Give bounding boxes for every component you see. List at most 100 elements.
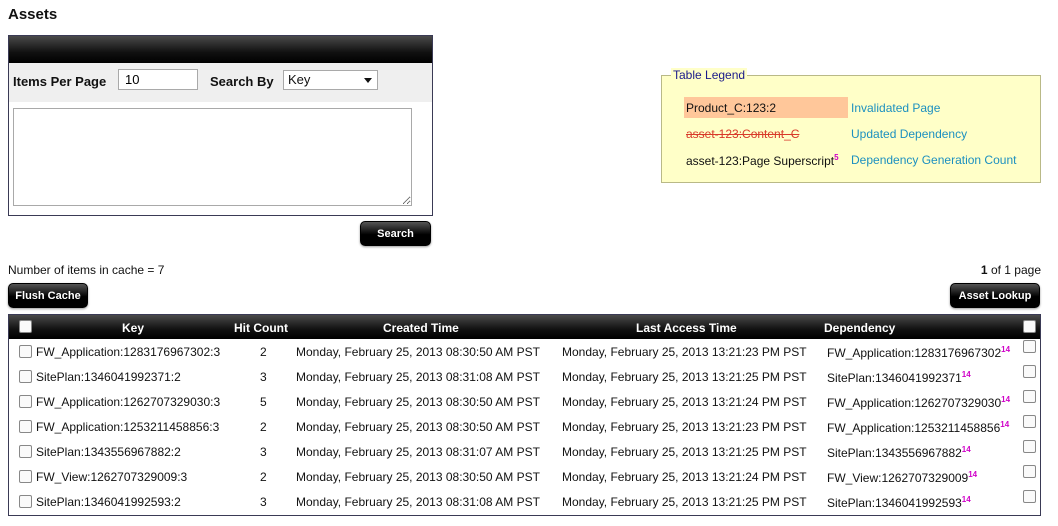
dependency-key: FW_Application:1253211458856 [827,421,1001,435]
header-hit-count: Hit Count [234,321,288,335]
row-select-checkbox[interactable] [19,345,32,358]
legend-title: Table Legend [671,68,748,82]
table-row: SitePlan:1346041992371:2 3 Monday, Februar… [9,364,1040,389]
dependency-checkbox[interactable] [1023,365,1036,378]
cell-last-access-time: Monday, February 25, 2013 13:21:25 PM PS… [562,495,807,509]
cell-hit-count: 3 [260,445,267,459]
cell-created-time: Monday, February 25, 2013 08:31:07 AM PS… [296,445,540,459]
cell-created-time: Monday, February 25, 2013 08:31:08 AM PS… [296,370,540,384]
legend-sample-invalidated: Product_C:123:2 [684,97,848,118]
cell-key: FW_View:1262707329009:3 [36,470,188,484]
dependency-checkbox[interactable] [1023,390,1036,403]
legend-superscript-count: 5 [834,153,839,162]
page-total-text: of 1 page [990,263,1041,277]
cell-key: SitePlan:1346041992593:2 [36,495,181,509]
dependency-key: SitePlan:1346041992593 [827,496,962,510]
cell-created-time: Monday, February 25, 2013 08:30:50 AM PS… [296,470,540,484]
search-by-label: Search By [210,74,274,89]
header-created-time: Created Time [383,321,459,335]
dependency-key: FW_Application:1262707329030 [827,396,1002,410]
dependency-checkbox[interactable] [1023,490,1036,503]
page-title: Assets [8,6,58,23]
select-all-dependency-checkbox[interactable] [1023,320,1036,333]
table-row: FW_Application:1262707329030:3 5 Monday, F… [9,389,1040,414]
cache-count-text: Number of items in cache = 7 [8,263,165,277]
table-row: FW_Application:1283176967302:3 2 Monday, F… [9,339,1040,364]
row-select-checkbox[interactable] [19,445,32,458]
dependency-generation-count: 14 [961,445,971,454]
search-form-row: Items Per Page Search By Key [9,63,432,102]
search-button[interactable]: Search [360,221,431,246]
dependency-checkbox[interactable] [1023,415,1036,428]
dependency-key: SitePlan:1343556967882 [827,446,962,460]
cell-dependency: FW_Application:125321145885614 [827,420,1009,435]
row-select-checkbox[interactable] [19,495,32,508]
cell-last-access-time: Monday, February 25, 2013 13:21:25 PM PS… [562,370,807,384]
legend-sample-superscript: asset-123:Page Superscript5 [684,153,839,168]
header-last-access-time: Last Access Time [636,321,737,335]
table-row: SitePlan:1343556967882:2 3 Monday, Februar… [9,439,1040,464]
table-row: FW_Application:1253211458856:3 2 Monday, F… [9,414,1040,439]
flush-cache-button[interactable]: Flush Cache [8,283,88,308]
cell-last-access-time: Monday, February 25, 2013 13:21:24 PM PS… [562,470,807,484]
dependency-generation-count: 14 [1001,345,1011,354]
page-current: 1 [980,263,988,277]
table-legend: Table Legend Product_C:123:2 Invalidated… [661,68,1041,183]
row-select-checkbox[interactable] [19,370,32,383]
cell-hit-count: 3 [260,370,267,384]
cell-key: FW_Application:1283176967302:3 [36,345,221,359]
search-panel-header [9,36,432,63]
cell-key: SitePlan:1343556967882:2 [36,445,181,459]
cell-dependency: FW_View:126270732900914 [827,470,977,485]
cell-last-access-time: Monday, February 25, 2013 13:21:23 PM PS… [562,345,807,359]
table-body: FW_Application:1283176967302:3 2 Monday, F… [9,339,1040,514]
legend-desc-updated: Updated Dependency [851,127,968,141]
row-select-checkbox[interactable] [19,395,32,408]
cell-dependency: SitePlan:134604199237114 [827,370,971,385]
select-all-checkbox[interactable] [19,320,32,333]
dependency-generation-count: 14 [961,495,971,504]
cell-created-time: Monday, February 25, 2013 08:30:50 AM PS… [296,395,540,409]
cell-dependency: SitePlan:134604199259314 [827,495,971,510]
header-key: Key [122,321,145,335]
cell-key: FW_Application:1262707329030:3 [36,395,221,409]
dependency-checkbox[interactable] [1023,340,1036,353]
dependency-key: FW_Application:1283176967302 [827,346,1002,360]
header-dependency: Dependency [824,321,896,335]
dependency-checkbox[interactable] [1023,440,1036,453]
search-by-value: Key [288,72,311,87]
legend-desc-generation: Dependency Generation Count [851,153,1017,167]
cell-last-access-time: Monday, February 25, 2013 13:21:24 PM PS… [562,395,807,409]
legend-sample-updated: asset-123:Content_C [686,127,800,141]
cell-created-time: Monday, February 25, 2013 08:31:08 AM PS… [296,495,540,509]
row-select-checkbox[interactable] [19,420,32,433]
pagination-text: 1 of 1 page [981,263,1041,277]
dependency-generation-count: 14 [1001,395,1011,404]
legend-desc-invalidated: Invalidated Page [851,101,941,115]
dependency-generation-count: 14 [1000,420,1010,429]
items-per-page-input[interactable] [118,69,198,90]
assets-table: Key Hit Count Created Time Last Access T… [8,314,1041,516]
cell-key: FW_Application:1253211458856:3 [36,420,220,434]
dependency-key: FW_View:1262707329009 [827,471,969,485]
asset-lookup-button[interactable]: Asset Lookup [950,283,1040,308]
table-row: SitePlan:1346041992593:2 3 Monday, Februar… [9,489,1040,514]
cell-key: SitePlan:1346041992371:2 [36,370,181,384]
dependency-checkbox[interactable] [1023,465,1036,478]
cell-dependency: FW_Application:128317696730214 [827,345,1010,360]
chevron-down-icon [364,78,372,83]
cell-last-access-time: Monday, February 25, 2013 13:21:23 PM PS… [562,420,807,434]
dependency-key: SitePlan:1346041992371 [827,371,962,385]
cell-last-access-time: Monday, February 25, 2013 13:21:25 PM PS… [562,445,807,459]
legend-sample-superscript-text: asset-123:Page Superscript [686,154,835,168]
dependency-generation-count: 14 [968,470,978,479]
table-row: FW_View:1262707329009:3 2 Monday, February… [9,464,1040,489]
dependency-generation-count: 14 [961,370,971,379]
cell-created-time: Monday, February 25, 2013 08:30:50 AM PS… [296,420,540,434]
search-panel: Items Per Page Search By Key [8,35,433,216]
cell-hit-count: 2 [260,470,267,484]
search-by-select[interactable]: Key [283,70,378,90]
search-query-textarea[interactable] [13,108,412,206]
cell-hit-count: 3 [260,495,267,509]
row-select-checkbox[interactable] [19,470,32,483]
